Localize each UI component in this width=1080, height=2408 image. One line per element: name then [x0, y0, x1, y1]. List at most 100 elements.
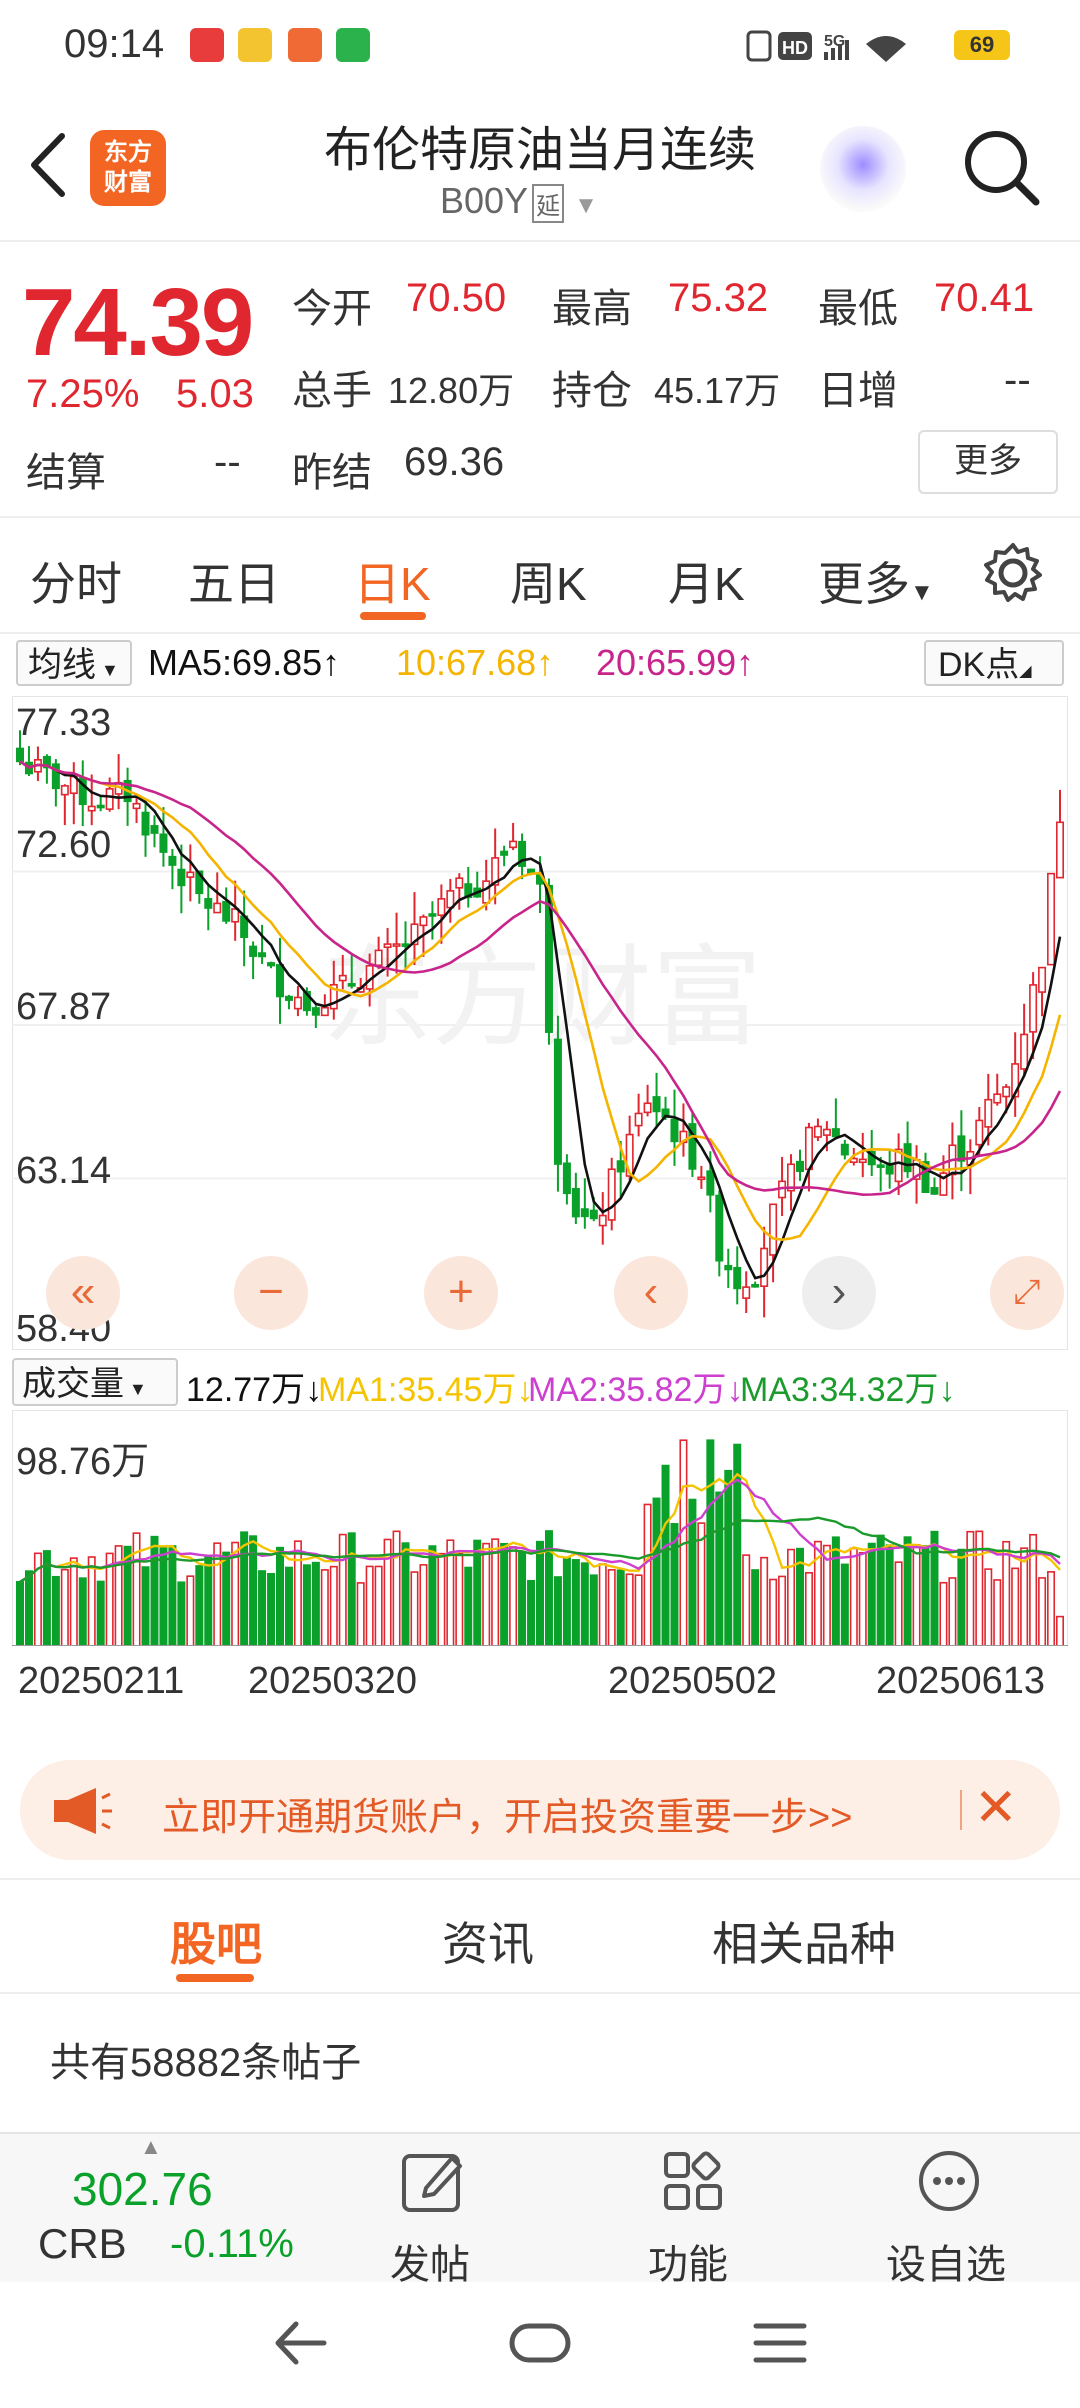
- volume-bar: [697, 1522, 706, 1646]
- candle-body: [437, 898, 446, 916]
- volume-bar: [787, 1548, 796, 1646]
- search-icon[interactable]: [960, 126, 1044, 210]
- candle-body: [795, 1160, 804, 1173]
- caret-down-icon: ▼: [910, 579, 934, 606]
- more-quote-button[interactable]: 更多: [918, 430, 1058, 494]
- candle-body: [930, 1187, 939, 1195]
- volume-bar: [374, 1565, 383, 1646]
- tab-five-day[interactable]: 五日: [188, 548, 280, 614]
- volume-bar: [320, 1569, 329, 1646]
- contract-code[interactable]: B00Y 延 ▼: [440, 180, 598, 223]
- ma10-label: 10:67.68↑: [396, 642, 554, 684]
- volume-bar: [589, 1574, 598, 1646]
- scroll-left-fast-button[interactable]: «: [46, 1256, 120, 1330]
- vol-ma1-text: MA1:35.45万: [318, 1371, 517, 1409]
- tab-more[interactable]: 更多▼: [818, 548, 934, 614]
- tab-daily-k[interactable]: 日K: [354, 548, 431, 614]
- settings-gear-icon[interactable]: [980, 540, 1046, 606]
- x-axis-date: 20250211: [18, 1660, 185, 1702]
- caret-down-icon: ▼: [124, 1379, 147, 1399]
- volume-bar: [921, 1545, 930, 1646]
- tab-weekly-k[interactable]: 周K: [510, 548, 587, 614]
- volume-bar: [78, 1577, 87, 1646]
- tab-forum[interactable]: 股吧: [170, 1908, 262, 1974]
- candle-body: [293, 996, 302, 1010]
- kline-chart[interactable]: 东方财富: [12, 696, 1068, 1350]
- candle-body: [589, 1209, 598, 1220]
- volume-bar: [580, 1562, 589, 1646]
- app-notification-icon: [190, 28, 224, 62]
- candle-body: [993, 1093, 1002, 1104]
- candle-body: [840, 1143, 849, 1156]
- volume-bar: [87, 1556, 96, 1646]
- indicator-selector[interactable]: 均线 ▼: [16, 640, 132, 686]
- candle-body: [652, 1096, 661, 1113]
- vol-ma2-label: MA2:35.82万↓: [528, 1362, 743, 1411]
- app-notification-icon: [288, 28, 322, 62]
- next-button[interactable]: ›: [802, 1256, 876, 1330]
- tab-active-indicator: [360, 612, 426, 620]
- dk-point-label: DK点: [938, 646, 1020, 684]
- tab-related[interactable]: 相关品种: [712, 1908, 896, 1974]
- open-account-banner[interactable]: 立即开通期货账户，开启投资重要一步>> ✕: [20, 1760, 1060, 1860]
- crb-index-change[interactable]: -0.11%: [170, 2222, 294, 2267]
- zoom-in-button[interactable]: +: [424, 1256, 498, 1330]
- volume-max-label: 98.76万: [16, 1441, 150, 1483]
- assistant-robot-icon[interactable]: [820, 126, 906, 212]
- candle-body: [1002, 1086, 1011, 1098]
- more-options-icon[interactable]: [916, 2148, 982, 2214]
- edit-post-icon[interactable]: [400, 2148, 466, 2214]
- chevron-down-icon: ▼: [574, 192, 598, 219]
- previous-button[interactable]: ‹: [614, 1256, 688, 1330]
- volume-bar: [1038, 1577, 1047, 1646]
- tab-monthly-k[interactable]: 月K: [668, 548, 745, 614]
- volume-bar: [1020, 1547, 1029, 1646]
- header: 东方 财富 布伦特原油当月连续 B00Y 延 ▼: [0, 90, 1080, 240]
- arrow-down-icon: ↓: [938, 1371, 956, 1409]
- volume-bar: [356, 1582, 365, 1646]
- functions-grid-icon[interactable]: [660, 2148, 726, 2214]
- ma5-label-text: MA5:69.85: [148, 642, 323, 683]
- arrow-up-icon: ↑: [736, 642, 755, 683]
- close-icon[interactable]: ✕: [974, 1778, 1018, 1838]
- volume-chart[interactable]: [12, 1410, 1068, 1646]
- y-axis-label: 67.87: [16, 986, 112, 1028]
- volume-bar: [141, 1566, 150, 1646]
- volume-selector[interactable]: 成交量 ▼: [12, 1358, 178, 1406]
- candle-body: [562, 1162, 571, 1195]
- nav-back-icon[interactable]: [272, 2318, 328, 2368]
- candle-body: [267, 962, 276, 967]
- dk-point-selector[interactable]: DK点◢: [924, 640, 1064, 686]
- volume-bar: [275, 1546, 284, 1646]
- eastmoney-logo: 东方 财富: [90, 130, 166, 206]
- zoom-out-button[interactable]: −: [234, 1256, 308, 1330]
- volume-bar: [1011, 1567, 1020, 1646]
- tab-news[interactable]: 资讯: [442, 1908, 534, 1974]
- nav-home-icon[interactable]: [508, 2320, 572, 2366]
- candle-body: [598, 1214, 607, 1227]
- candle-body: [222, 900, 231, 922]
- candle-body: [706, 1170, 715, 1196]
- candle-body: [258, 952, 267, 958]
- volume-bar: [509, 1546, 518, 1646]
- candle-body: [571, 1187, 580, 1218]
- volume-bar: [464, 1566, 473, 1646]
- volume-bar: [311, 1561, 320, 1646]
- candle-body: [16, 747, 25, 763]
- crb-index-name[interactable]: CRB: [38, 2220, 127, 2268]
- back-arrow-icon[interactable]: [26, 130, 70, 200]
- volume-bar: [482, 1542, 491, 1646]
- nav-menu-icon[interactable]: [752, 2318, 808, 2368]
- candle-body: [733, 1266, 742, 1290]
- tab-intraday[interactable]: 分时: [30, 548, 122, 614]
- candle-body: [607, 1168, 616, 1221]
- tab-active-indicator: [176, 1974, 254, 1982]
- crb-index-value[interactable]: 302.76: [72, 2162, 213, 2216]
- fullscreen-button[interactable]: ⤢: [990, 1256, 1064, 1330]
- volume-bar: [60, 1568, 69, 1646]
- candle-body: [159, 833, 168, 853]
- posts-count: 共有58882条帖子: [50, 2041, 362, 2085]
- battery-icon: 69: [954, 30, 1010, 60]
- volume-bar: [455, 1552, 464, 1646]
- volume-bar: [437, 1552, 446, 1646]
